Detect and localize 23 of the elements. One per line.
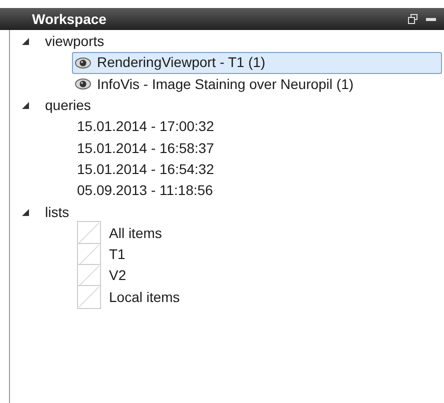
blank-image-icon — [77, 242, 101, 267]
expand-triangle-icon[interactable] — [22, 208, 29, 216]
tree-item[interactable]: InfoVis - Image Staining over Neuropil (1) — [72, 74, 442, 95]
group-label[interactable]: viewports — [45, 31, 104, 52]
eye-icon — [75, 78, 91, 90]
tree-item[interactable]: 15.01.2014 - 17:00:32 — [74, 116, 444, 138]
tree-item[interactable]: Local items — [74, 286, 444, 308]
tree-item[interactable]: 05.09.2013 - 11:18:56 — [74, 180, 444, 202]
expand-triangle-icon[interactable] — [22, 38, 29, 46]
group-label[interactable]: queries — [45, 95, 91, 116]
restore-icon[interactable] — [408, 14, 418, 24]
blank-image-icon — [77, 264, 101, 288]
minimize-icon[interactable] — [426, 18, 436, 20]
eye-icon — [75, 56, 91, 69]
blank-image-icon — [77, 285, 101, 310]
blank-image-icon — [77, 221, 101, 246]
panel-title: Workspace — [32, 10, 106, 29]
tree-item[interactable]: 15.01.2014 - 16:54:32 — [74, 158, 444, 180]
tree-item[interactable]: 15.01.2014 - 16:58:37 — [74, 137, 444, 159]
expand-triangle-icon[interactable] — [22, 102, 29, 110]
tree-item[interactable]: RenderingViewport - T1 (1) — [72, 52, 442, 74]
tree-item[interactable]: All items — [74, 222, 444, 244]
group-label[interactable]: lists — [45, 202, 70, 223]
